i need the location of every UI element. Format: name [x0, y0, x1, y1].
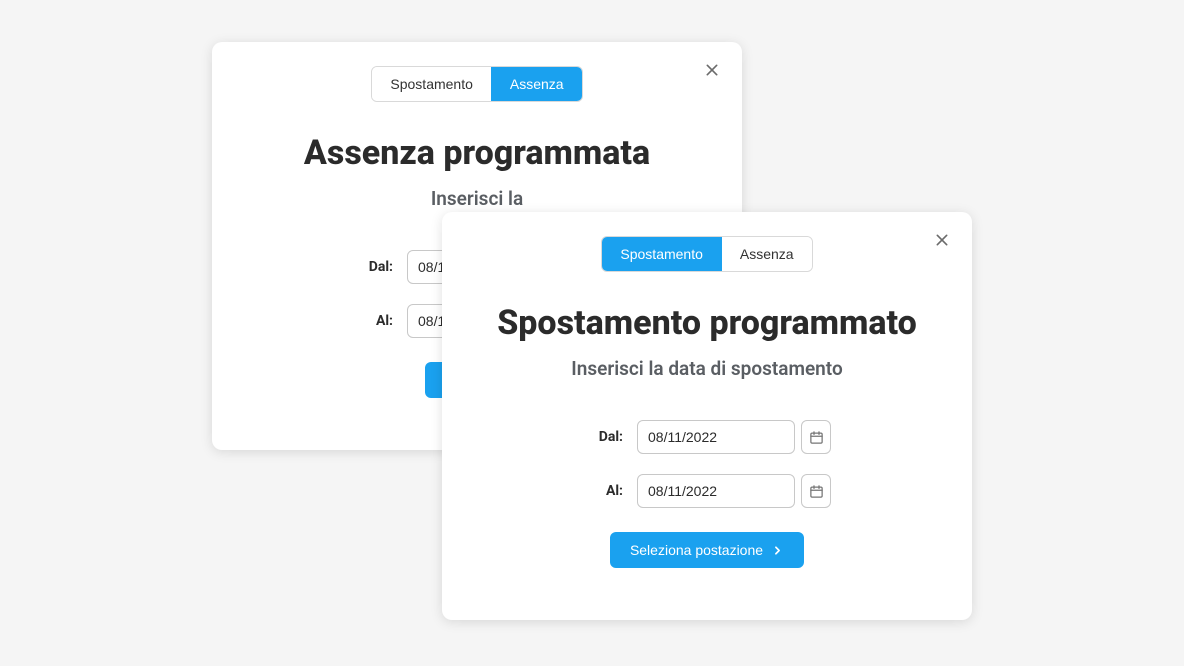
- close-button[interactable]: [932, 230, 952, 250]
- tab-assenza[interactable]: Assenza: [491, 67, 582, 101]
- date-from-picker-button[interactable]: [801, 420, 831, 454]
- date-to-picker-button[interactable]: [801, 474, 831, 508]
- date-from-row: Dal:: [470, 420, 944, 454]
- date-to-label: Al:: [353, 313, 393, 329]
- tab-assenza[interactable]: Assenza: [721, 237, 812, 271]
- calendar-icon: [809, 484, 824, 499]
- close-icon: [704, 62, 720, 78]
- tab-group: Spostamento Assenza: [470, 236, 944, 272]
- date-from-label: Dal:: [583, 429, 623, 445]
- tab-group: Spostamento Assenza: [240, 66, 714, 102]
- button-label: Seleziona postazione: [630, 542, 763, 558]
- chevron-right-icon: [771, 544, 784, 557]
- tab-spostamento[interactable]: Spostamento: [372, 67, 491, 101]
- close-button[interactable]: [702, 60, 722, 80]
- modal-subtitle: Inserisci la data di spostamento: [470, 357, 944, 380]
- modal-subtitle: Inserisci la: [240, 187, 714, 210]
- modal-title: Assenza programmata: [240, 134, 714, 173]
- modal-title: Spostamento programmato: [470, 304, 944, 343]
- calendar-icon: [809, 430, 824, 445]
- close-icon: [934, 232, 950, 248]
- movement-modal: Spostamento Assenza Spostamento programm…: [442, 212, 972, 620]
- select-workstation-button[interactable]: Seleziona postazione: [610, 532, 804, 568]
- date-from-label: Dal:: [353, 259, 393, 275]
- date-from-input[interactable]: [637, 420, 795, 454]
- date-to-label: Al:: [583, 483, 623, 499]
- date-to-input[interactable]: [637, 474, 795, 508]
- tab-spostamento[interactable]: Spostamento: [602, 237, 721, 271]
- date-to-row: Al:: [470, 474, 944, 508]
